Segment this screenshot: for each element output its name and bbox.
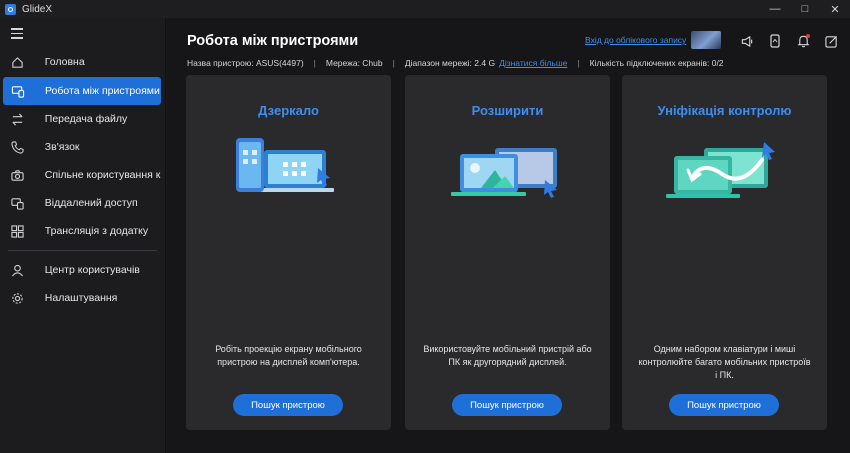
hamburger-menu-icon[interactable] bbox=[11, 28, 23, 39]
sidebar-item-label: Трансляція з додатку bbox=[44, 225, 149, 237]
sidebar-item-label: Центр користувачів bbox=[44, 264, 140, 276]
card-description: Одним набором клавіатури і миші контролю… bbox=[638, 344, 811, 380]
user-icon bbox=[11, 263, 25, 277]
card-title: Дзеркало bbox=[258, 103, 319, 118]
sidebar-item-file-transfer[interactable]: Передача файлу bbox=[3, 105, 161, 133]
sidebar-item-user-center[interactable]: Центр користувачів bbox=[3, 256, 161, 284]
close-button[interactable]: ✕ bbox=[820, 0, 850, 18]
network-text: Мережа: Chub bbox=[325, 58, 383, 68]
extend-card: Розширити Використовуйте мобільний прист… bbox=[405, 75, 610, 430]
unified-control-card: Уніфікація контролю Одним набором клавіа… bbox=[622, 75, 827, 430]
camera-icon bbox=[11, 168, 25, 182]
screens-count-text: Кількість підключених екранів: 0/2 bbox=[589, 58, 724, 68]
sidebar-item-label: Передача файлу bbox=[44, 113, 128, 125]
sidebar-item-calls[interactable]: Зв'язок bbox=[3, 133, 161, 161]
notification-bell-icon[interactable] bbox=[789, 33, 817, 49]
info-separator: | bbox=[577, 58, 580, 68]
sidebar-item-cross-device[interactable]: Робота між пристроями bbox=[3, 77, 161, 105]
learn-more-link[interactable]: Дізнатися більше bbox=[499, 58, 567, 68]
app-title: GlideX bbox=[22, 3, 53, 15]
minimize-button[interactable]: — bbox=[760, 0, 790, 18]
glidex-logo-icon bbox=[5, 3, 16, 15]
extend-illustration bbox=[445, 130, 570, 210]
search-device-button[interactable]: Пошук пристрою bbox=[669, 394, 779, 416]
sidebar-divider bbox=[8, 250, 157, 251]
device-name-text: Назва пристрою: ASUS(4497) bbox=[187, 58, 304, 68]
sidebar-item-app-cast[interactable]: Трансляція з додатку bbox=[3, 217, 161, 245]
sidebar: Головна Робота між пристроями Передача ф… bbox=[0, 18, 166, 453]
login-link[interactable]: Вхід до облікового запису bbox=[585, 35, 686, 45]
sidebar-item-remote-access[interactable]: Віддалений доступ bbox=[3, 189, 161, 217]
notification-dot bbox=[806, 34, 810, 38]
card-title: Уніфікація контролю bbox=[657, 103, 792, 118]
sidebar-item-label: Головна bbox=[44, 56, 85, 68]
phone-icon bbox=[11, 140, 25, 154]
page-title: Робота між пристроями bbox=[187, 33, 359, 49]
remote-icon bbox=[11, 196, 25, 210]
card-description: Робіть проекцію екрану мобільного пристр… bbox=[215, 344, 362, 367]
devices-icon bbox=[11, 84, 25, 98]
promo-banner[interactable] bbox=[691, 31, 721, 49]
announcement-icon[interactable] bbox=[733, 33, 761, 49]
sidebar-item-camera-sharing[interactable]: Спільне користування ка... bbox=[3, 161, 161, 189]
main-content: Робота між пристроями Вхід до облікового… bbox=[167, 18, 850, 453]
apps-icon bbox=[11, 224, 25, 238]
title-bar: GlideX — □ ✕ bbox=[0, 0, 850, 18]
info-separator: | bbox=[313, 58, 316, 68]
home-icon bbox=[11, 55, 25, 69]
transfer-icon bbox=[11, 112, 25, 126]
info-separator: | bbox=[392, 58, 395, 68]
card-title: Розширити bbox=[471, 103, 544, 118]
sidebar-item-label: Віддалений доступ bbox=[44, 197, 138, 209]
sidebar-item-home[interactable]: Головна bbox=[3, 48, 161, 76]
unified-control-illustration bbox=[662, 130, 787, 210]
mobile-device-icon[interactable] bbox=[761, 33, 789, 49]
search-device-button[interactable]: Пошук пристрою bbox=[233, 394, 343, 416]
sidebar-item-settings[interactable]: Налаштування bbox=[3, 284, 161, 312]
sidebar-item-label: Спільне користування ка... bbox=[44, 169, 161, 181]
mirror-illustration bbox=[226, 130, 351, 210]
band-text: Діапазон мережі: 2.4 G bbox=[404, 58, 496, 68]
sidebar-item-label: Робота між пристроями bbox=[45, 85, 160, 97]
device-info-bar: Назва пристрою: ASUS(4497) | Мережа: Chu… bbox=[187, 58, 724, 68]
gear-icon bbox=[11, 291, 25, 305]
feedback-icon[interactable] bbox=[817, 33, 845, 49]
maximize-button[interactable]: □ bbox=[790, 0, 820, 18]
sidebar-item-label: Зв'язок bbox=[44, 141, 80, 153]
card-description: Використовуйте мобільний пристрій або ПК… bbox=[423, 344, 592, 367]
search-device-button[interactable]: Пошук пристрою bbox=[452, 394, 562, 416]
mirror-card: Дзеркало Робіть проекцію екрану мобільно… bbox=[186, 75, 391, 430]
sidebar-item-label: Налаштування bbox=[44, 292, 118, 304]
